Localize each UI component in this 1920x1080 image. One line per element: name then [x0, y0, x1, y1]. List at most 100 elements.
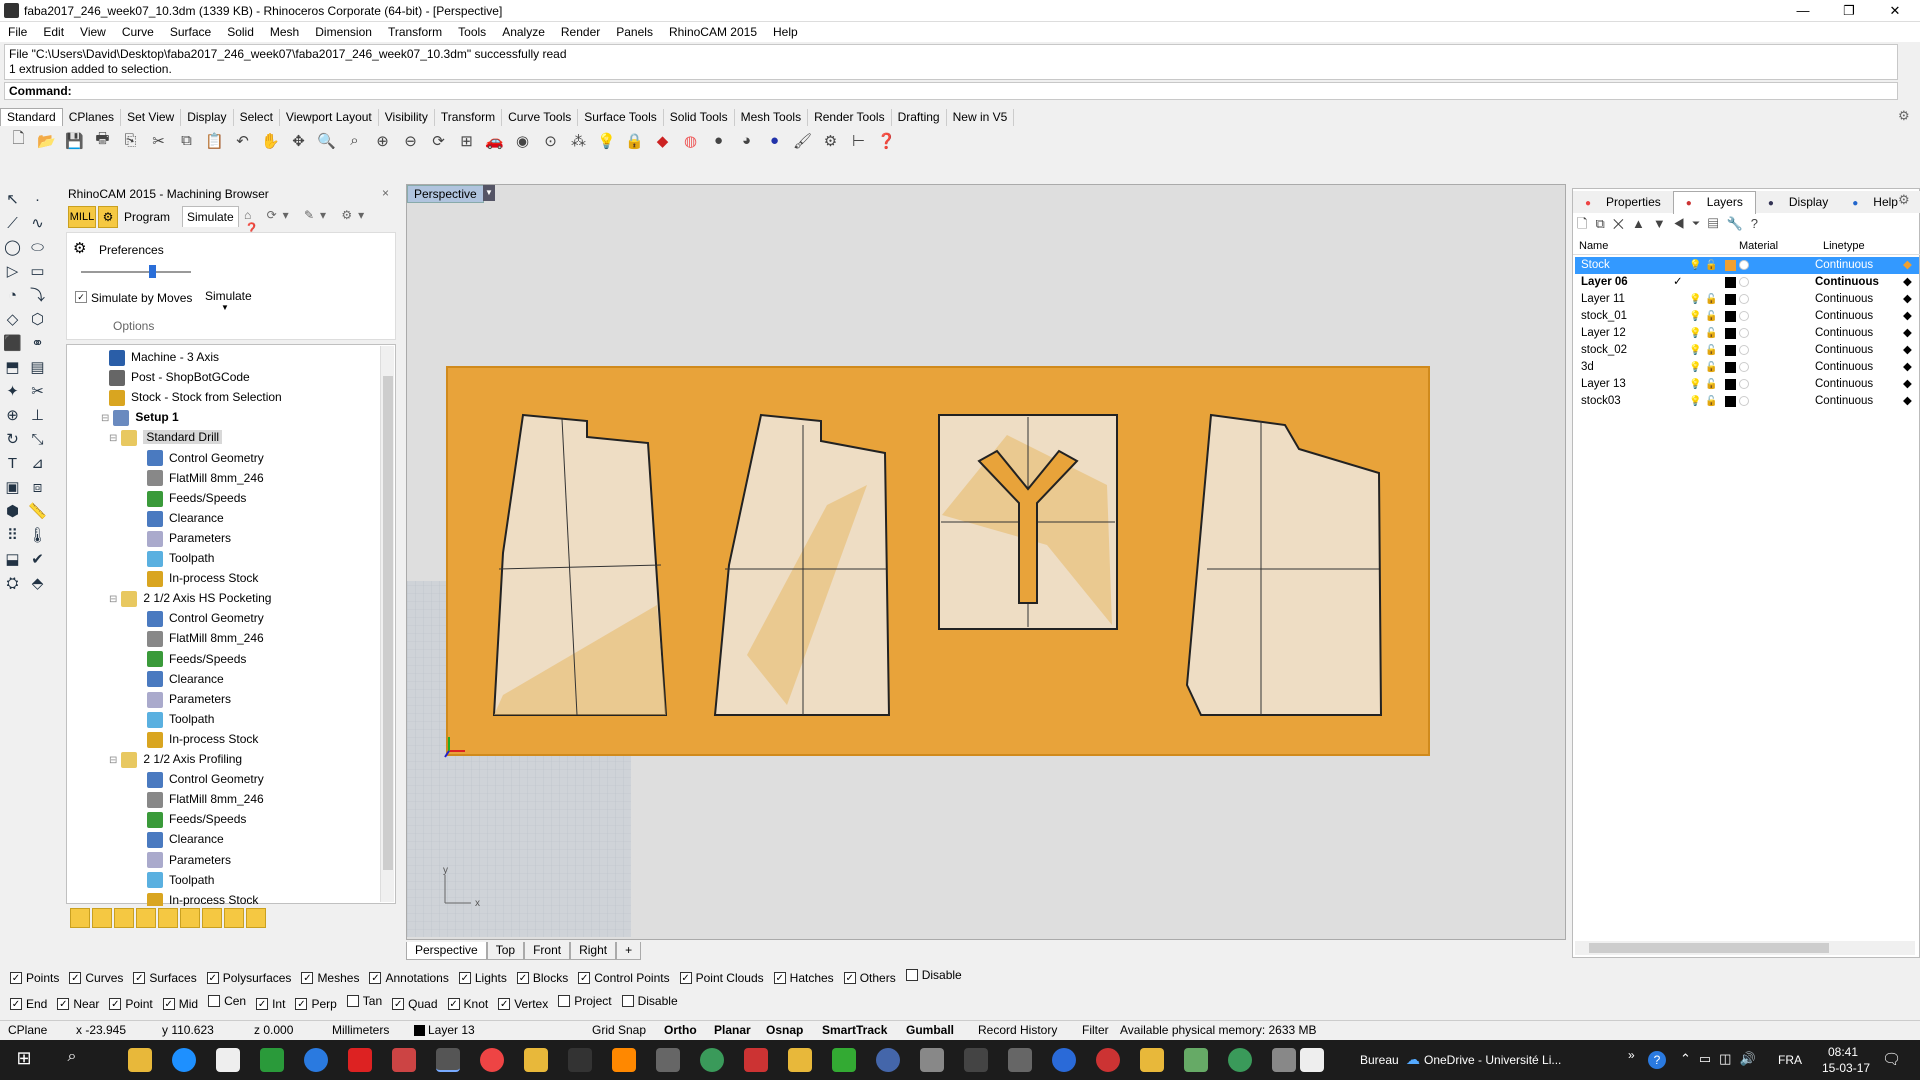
light-icon[interactable]: 💡	[594, 128, 619, 153]
menu-item-rhinocam-2015[interactable]: RhinoCAM 2015	[661, 22, 765, 42]
copy-icon[interactable]: ⧉	[174, 128, 199, 153]
clock-time[interactable]: 08:41	[1828, 1045, 1858, 1059]
osnap-knot[interactable]: ✓ Knot	[447, 997, 488, 1011]
checkbox[interactable]: ✓	[773, 972, 786, 984]
layer-row[interactable]: Layer 06 ✓ Continuous ◆	[1575, 274, 1919, 291]
smarttrack-toggle[interactable]: SmartTrack	[822, 1021, 887, 1040]
move-down-icon[interactable]: ▼	[1653, 216, 1674, 231]
menu-item-transform[interactable]: Transform	[380, 22, 450, 42]
visibility-bulb-icon[interactable]: 💡	[1689, 325, 1701, 342]
export-icon[interactable]: ⎘	[118, 128, 143, 153]
tree-item[interactable]: ⊟ 2 1/2 Axis Profiling	[109, 749, 242, 769]
polyline-icon[interactable]: ⟋	[0, 212, 25, 236]
filter-control-points[interactable]: ✓ Control Points	[578, 971, 670, 985]
preferences-label[interactable]: Preferences	[99, 243, 164, 257]
menu-item-render[interactable]: Render	[553, 22, 608, 42]
blue-sphere-icon[interactable]: ●	[762, 128, 787, 153]
point-edit-icon[interactable]: ⁂	[566, 128, 591, 153]
tree-item[interactable]: Control Geometry	[147, 608, 264, 628]
loft-icon[interactable]: ⬡	[25, 308, 50, 332]
simulate-by-moves-checkbox[interactable]: ✓	[75, 291, 87, 303]
material-swatch[interactable]	[1739, 396, 1749, 406]
surface-icon[interactable]: ◇	[0, 308, 25, 332]
checkbox[interactable]: ✓	[295, 998, 308, 1010]
text-icon[interactable]: T	[0, 452, 25, 476]
menu-item-mesh[interactable]: Mesh	[262, 22, 307, 42]
photos-icon[interactable]	[1300, 1048, 1324, 1072]
expand-toggle-icon[interactable]: ⊟	[109, 594, 117, 605]
move-icon[interactable]: ⊕	[0, 404, 25, 428]
notifications-icon[interactable]: 🗨	[1882, 1050, 1901, 1068]
filter-curves[interactable]: ✓ Curves	[69, 971, 123, 985]
checkbox[interactable]: ✓	[256, 998, 269, 1010]
settings-gears-icon[interactable]: ⚙	[818, 128, 843, 153]
filter-points[interactable]: ✓ Points	[10, 971, 59, 985]
layer-linetype[interactable]: Continuous	[1815, 274, 1879, 291]
calculator-icon[interactable]	[656, 1048, 680, 1072]
ortho-toggle[interactable]: Ortho	[664, 1021, 697, 1040]
trim-icon[interactable]: ✂	[25, 380, 50, 404]
material-swatch[interactable]	[1739, 362, 1749, 372]
tab-mill[interactable]: MILL	[68, 206, 96, 228]
command-input[interactable]: Command:	[4, 82, 1898, 100]
layer-color-swatch[interactable]	[1725, 311, 1736, 322]
four-views-icon[interactable]: ⊞	[454, 128, 479, 153]
render-sphere-icon[interactable]: ●	[706, 128, 731, 153]
tree-item[interactable]: FlatMill 8mm_246	[147, 628, 264, 648]
checkbox[interactable]: ✓	[10, 998, 22, 1010]
render-icon[interactable]: ⛭	[0, 572, 25, 596]
view-tab-top[interactable]: Top	[486, 942, 525, 960]
new-layer-icon[interactable]: 🗋	[1577, 216, 1595, 231]
osnap-near[interactable]: ✓ Near	[57, 997, 99, 1011]
op-icon[interactable]	[114, 908, 134, 928]
filter-annotations[interactable]: ✓ Annotations	[369, 971, 449, 985]
hscroll-thumb[interactable]	[1589, 943, 1829, 953]
visibility-bulb-icon[interactable]: 💡	[1689, 257, 1701, 274]
checkbox[interactable]: ✓	[133, 972, 146, 984]
material-swatch[interactable]	[1739, 328, 1749, 338]
filter-lights[interactable]: ✓ Lights	[458, 971, 507, 985]
move-left-icon[interactable]: ◀	[1674, 216, 1692, 231]
tree-item[interactable]: Parameters	[147, 850, 231, 870]
osnap-quad[interactable]: ✓ Quad	[392, 997, 438, 1011]
filter-meshes[interactable]: ✓ Meshes	[301, 971, 359, 985]
checkbox[interactable]: ✓	[10, 972, 22, 984]
menu-item-edit[interactable]: Edit	[35, 22, 72, 42]
measure-icon[interactable]: 📏	[25, 500, 50, 524]
extrude-icon[interactable]: ⬒	[0, 356, 25, 380]
op-icon[interactable]	[246, 908, 266, 928]
tree-item[interactable]: FlatMill 8mm_246	[147, 468, 264, 488]
osnap-cen[interactable]: Cen	[208, 994, 246, 1008]
status-layer[interactable]: Layer 13	[428, 1021, 475, 1040]
menu-item-curve[interactable]: Curve	[114, 22, 162, 42]
layer-icon[interactable]: ◆	[650, 128, 675, 153]
filter-blocks[interactable]: ✓ Blocks	[516, 971, 568, 985]
op-icon[interactable]	[136, 908, 156, 928]
print-color-icon[interactable]: ◆	[1903, 274, 1912, 291]
car-icon[interactable]: 🚗	[482, 128, 507, 153]
osnap-tan[interactable]: Tan	[346, 994, 382, 1008]
tab-drafting[interactable]: Drafting	[892, 109, 947, 126]
onedrive-icon[interactable]: ☁	[1406, 1051, 1420, 1068]
material-swatch[interactable]	[1739, 277, 1749, 287]
named-views-icon[interactable]: ◉	[510, 128, 535, 153]
visibility-bulb-icon[interactable]: 💡	[1689, 291, 1701, 308]
checkbox[interactable]: ✓	[206, 972, 219, 984]
osnap-toggle[interactable]: Osnap	[766, 1021, 803, 1040]
lock-icon[interactable]: 🔓	[1705, 291, 1717, 308]
tree-item[interactable]: Toolpath	[147, 548, 214, 568]
app-icon[interactable]	[1272, 1048, 1296, 1072]
visibility-bulb-icon[interactable]: 💡	[1689, 359, 1701, 376]
material-swatch[interactable]	[1739, 260, 1749, 270]
osnap-end[interactable]: ✓ End	[10, 997, 47, 1011]
op-icon[interactable]	[224, 908, 244, 928]
app-icon[interactable]	[920, 1048, 944, 1072]
checkbox[interactable]: ✓	[679, 972, 692, 984]
zoom-window-icon[interactable]: ⌕	[342, 128, 367, 153]
osnap-mid[interactable]: ✓ Mid	[162, 997, 198, 1011]
rectangle-icon[interactable]: ▭	[25, 260, 50, 284]
osnap-perp[interactable]: ✓ Perp	[295, 997, 337, 1011]
layer-row[interactable]: 3d 💡 🔓 Continuous ◆	[1575, 359, 1919, 376]
checkbox[interactable]	[346, 995, 359, 1007]
view-tab-front[interactable]: Front	[524, 942, 571, 960]
